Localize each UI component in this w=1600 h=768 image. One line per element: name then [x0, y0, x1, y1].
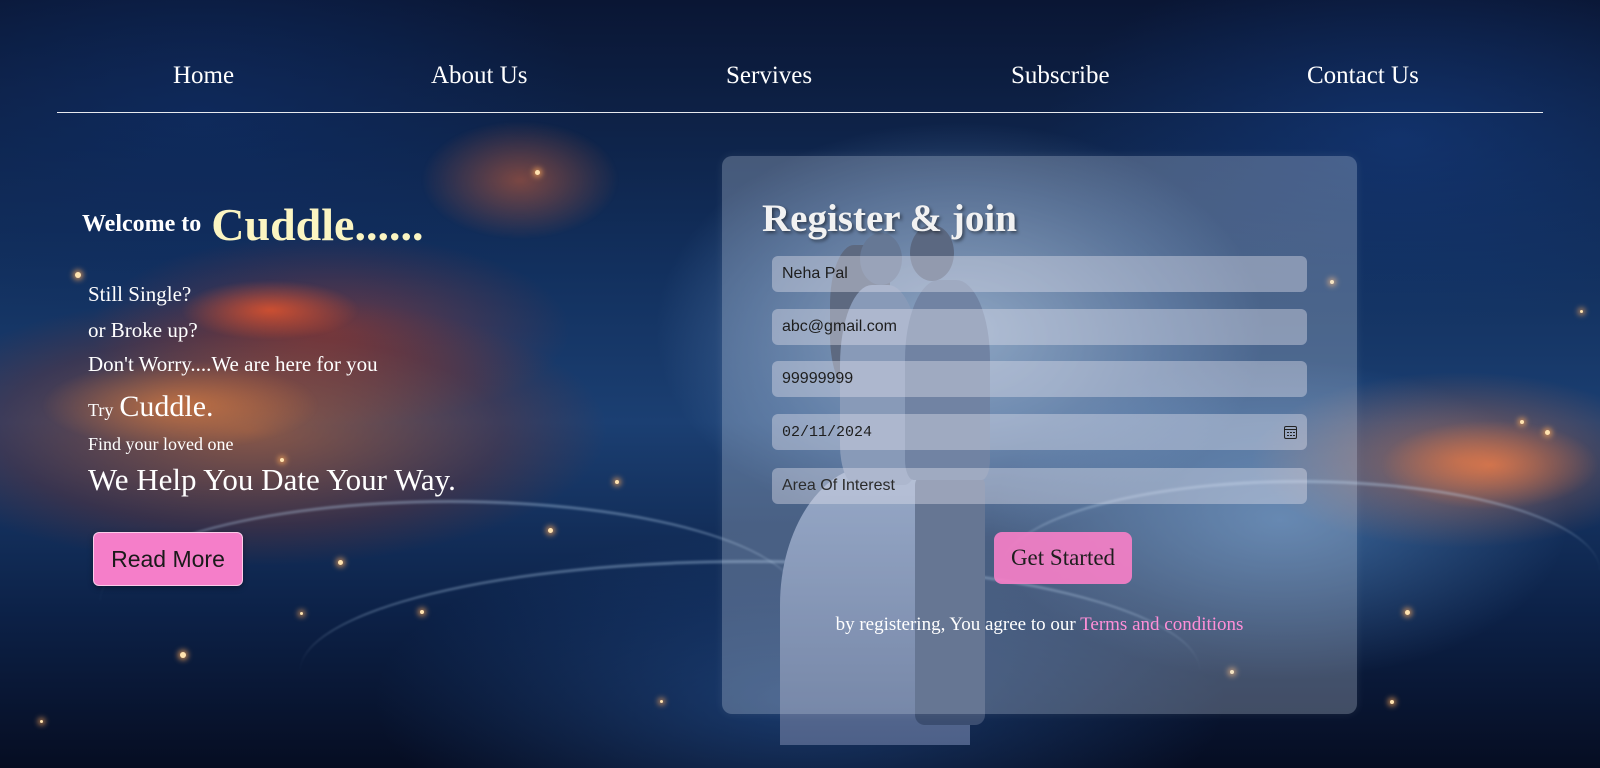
brand-name: Cuddle...... — [211, 199, 424, 250]
welcome-prefix: Welcome to — [82, 211, 202, 237]
tagline-broke-up: or Broke up? — [88, 318, 198, 342]
calendar-icon[interactable] — [1284, 425, 1297, 439]
slogan: We Help You Date Your Way. — [88, 462, 456, 497]
phone-field-value: 99999999 — [782, 370, 854, 387]
nav-item-contact-us[interactable]: Contact Us — [1307, 62, 1419, 90]
tagline-dont-worry: Don't Worry....We are here for you — [88, 352, 378, 376]
email-field[interactable]: abc@gmail.com — [772, 309, 1307, 345]
get-started-button[interactable]: Get Started — [994, 532, 1132, 584]
terms-prefix: by registering, You agree to our — [835, 614, 1076, 635]
nav-item-subscribe[interactable]: Subscribe — [1011, 62, 1110, 90]
terms-notice: by registering, You agree to our Terms a… — [722, 614, 1357, 636]
tagline-try: Try Cuddle. — [88, 390, 214, 424]
try-prefix: Try — [88, 400, 114, 420]
date-field-value: 02/11/2024 — [782, 423, 873, 441]
area-of-interest-field[interactable]: Area Of Interest — [772, 468, 1307, 504]
area-of-interest-value: Area Of Interest — [782, 477, 895, 494]
read-more-button[interactable]: Read More — [93, 532, 243, 586]
nav-item-about-us[interactable]: About Us — [431, 62, 528, 90]
welcome-heading: Welcome to Cuddle...... — [82, 198, 423, 251]
top-nav: Home About Us Servives Subscribe Contact… — [57, 52, 1543, 113]
name-field-value: Neha Pal — [782, 265, 848, 282]
register-card: Register & join Neha Pal abc@gmail.com 9… — [722, 156, 1357, 714]
terms-link[interactable]: Terms and conditions — [1080, 614, 1243, 635]
email-field-value: abc@gmail.com — [782, 318, 897, 335]
phone-field[interactable]: 99999999 — [772, 361, 1307, 397]
tagline-find-loved-one: Find your loved one — [88, 434, 234, 454]
date-field[interactable]: 02/11/2024 — [772, 414, 1307, 450]
try-brand: Cuddle. — [119, 390, 214, 423]
name-field[interactable]: Neha Pal — [772, 256, 1307, 292]
register-title: Register & join — [762, 197, 1017, 240]
tagline-still-single: Still Single? — [88, 282, 192, 306]
nav-item-services[interactable]: Servives — [726, 62, 812, 90]
nav-item-home[interactable]: Home — [173, 62, 234, 90]
